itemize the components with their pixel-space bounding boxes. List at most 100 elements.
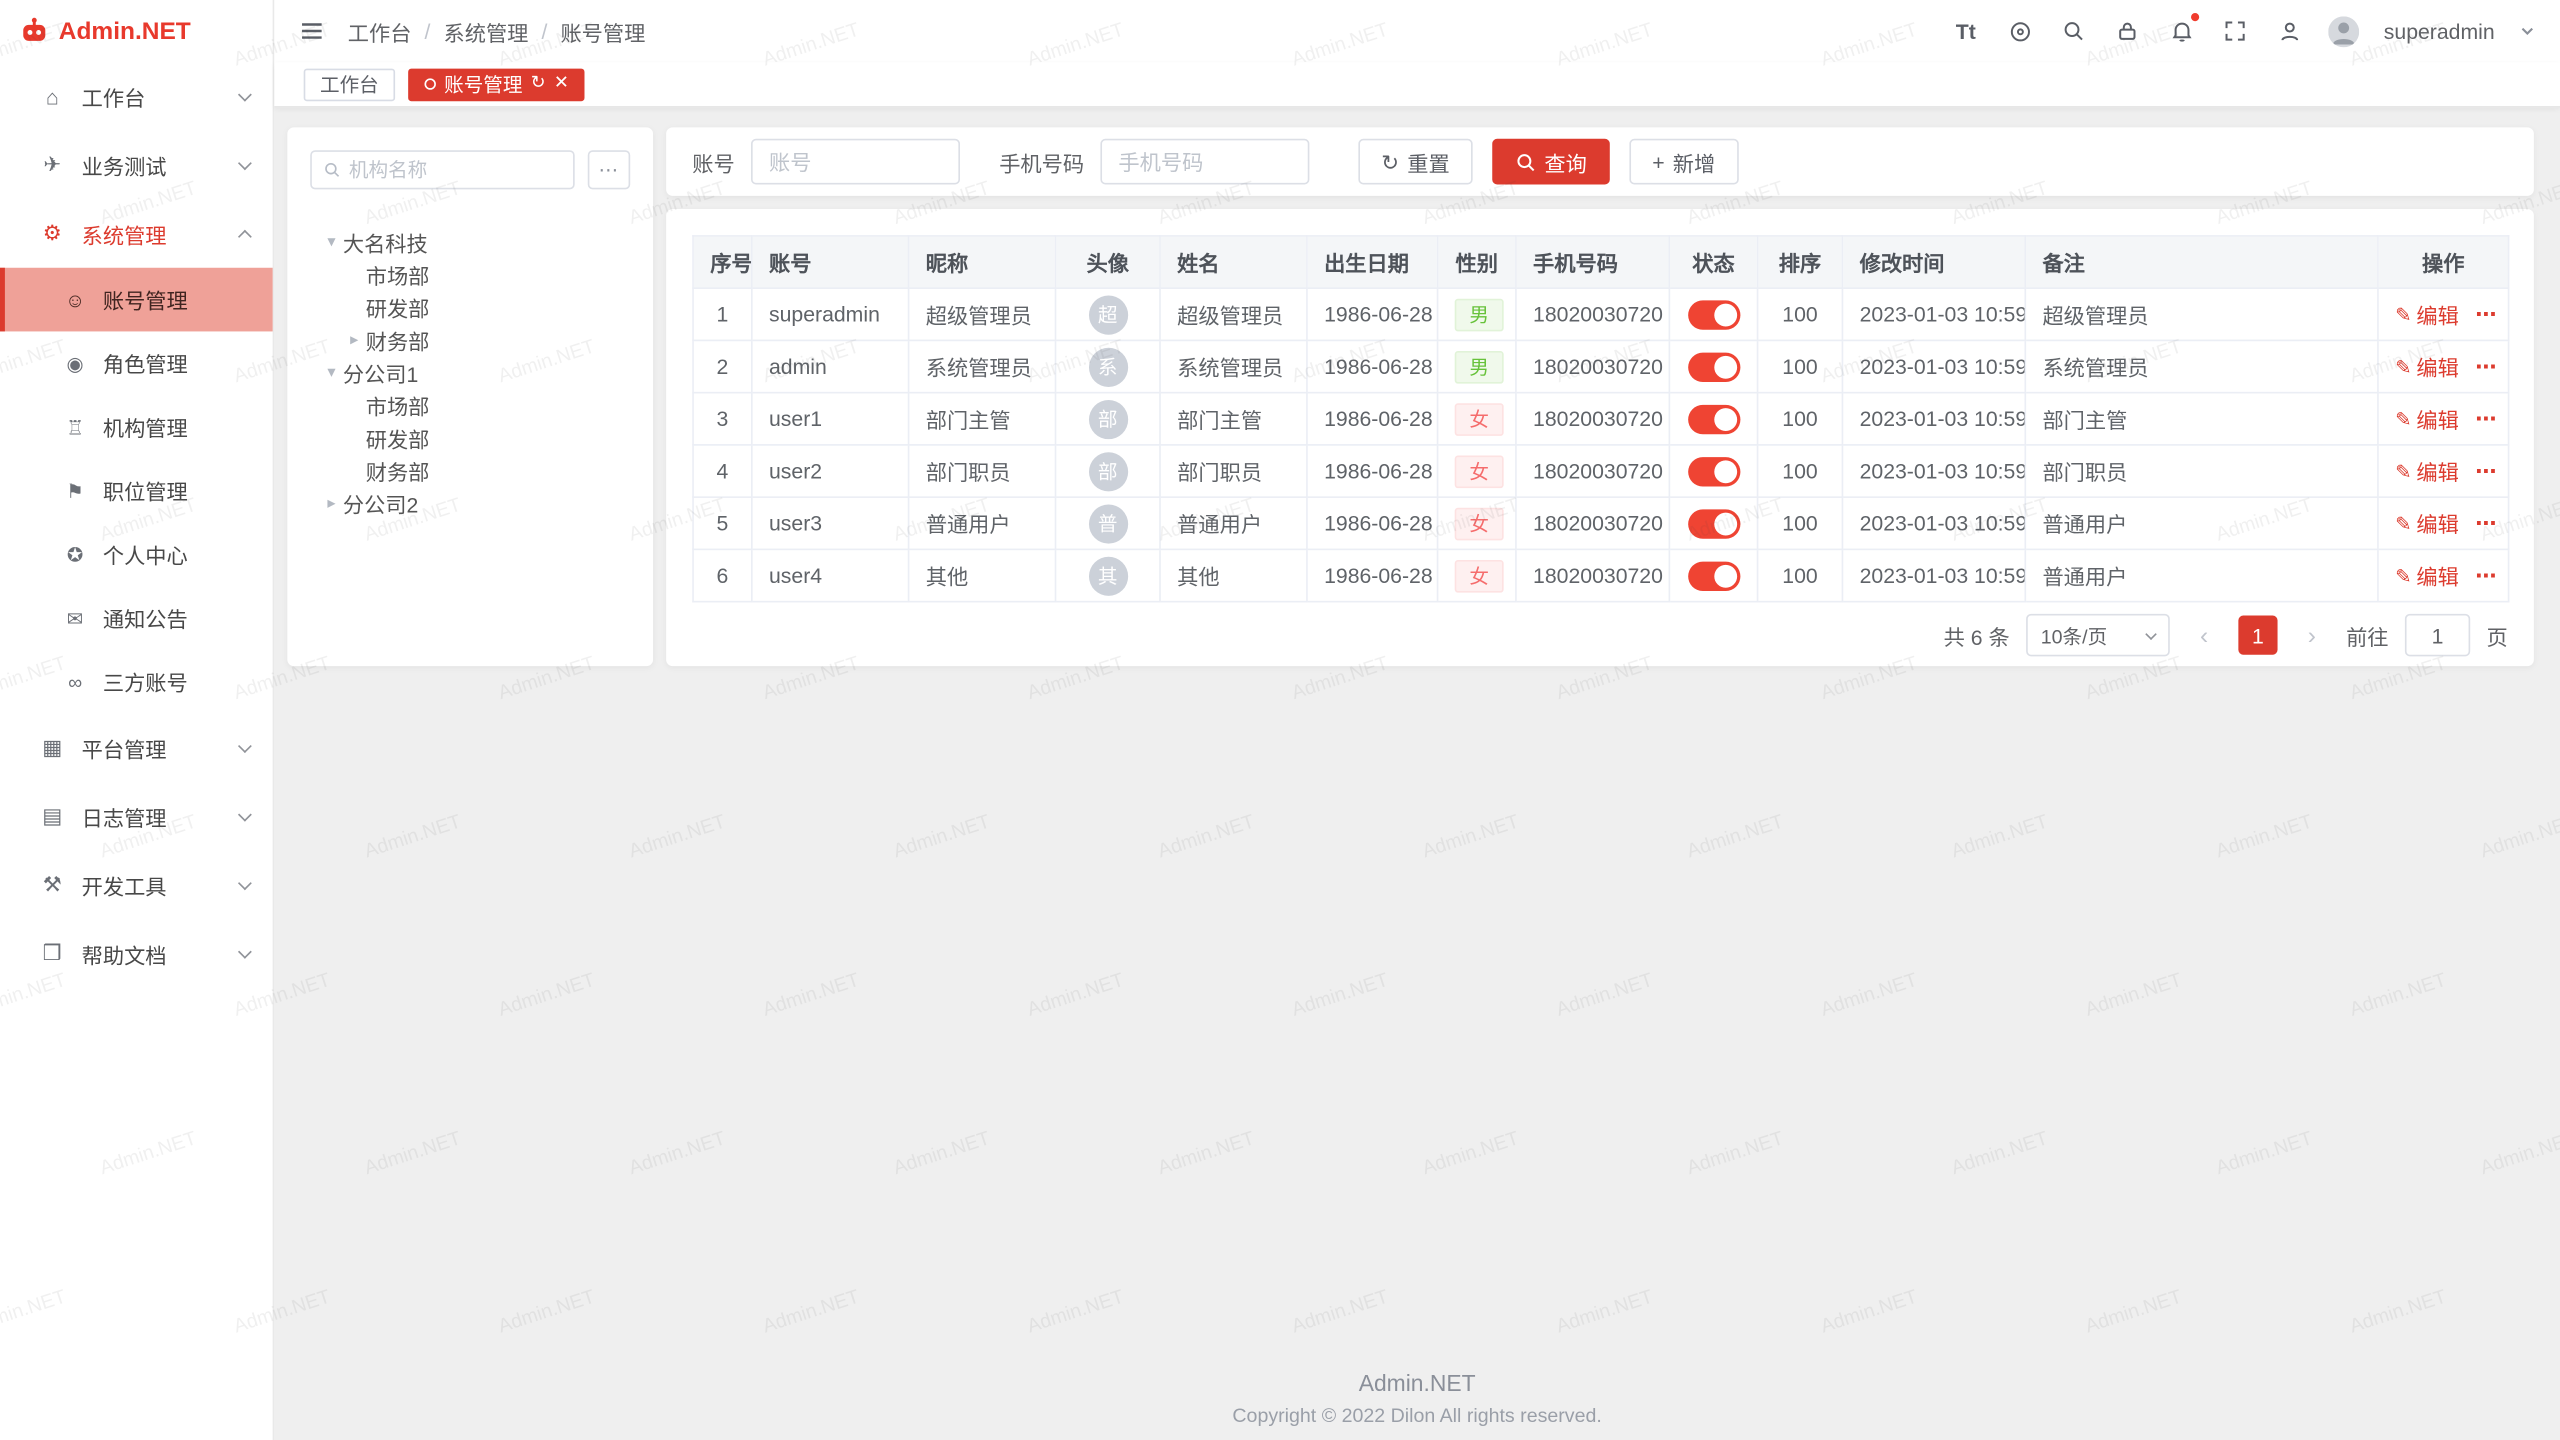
edit-button[interactable]: ✎编辑 — [2395, 560, 2459, 591]
account-input[interactable] — [751, 139, 960, 185]
home-icon: ⌂ — [39, 84, 65, 108]
more-actions-button[interactable]: ⋯ — [2475, 510, 2498, 534]
refresh-icon[interactable]: ↻ — [531, 75, 546, 93]
edit-button[interactable]: ✎编辑 — [2395, 456, 2459, 487]
edit-button[interactable]: ✎编辑 — [2395, 299, 2459, 330]
status-toggle[interactable] — [1687, 352, 1739, 381]
org-search-box — [310, 150, 574, 189]
search-button[interactable]: 查询 — [1492, 139, 1610, 185]
caret-down-icon[interactable]: ▾ — [320, 363, 343, 381]
sidebar-item-business-test[interactable]: ✈ 业务测试 — [0, 131, 273, 200]
sidebar-item-label: 系统管理 — [82, 218, 240, 249]
logo: Admin.NET — [0, 0, 273, 62]
phone-input[interactable] — [1100, 139, 1309, 185]
status-toggle[interactable] — [1687, 300, 1739, 329]
cell-gender: 男 — [1438, 288, 1516, 340]
sidebar-menu: ⌂ 工作台 ✈ 业务测试 ⚙ 系统管理 ☺ 账号管理 ◉ 角色管理 — [0, 62, 273, 988]
tree-node[interactable]: ▸ 财务部 — [310, 323, 630, 356]
status-toggle[interactable] — [1687, 509, 1739, 538]
tab-label: 账号管理 — [444, 70, 522, 98]
status-toggle[interactable] — [1687, 561, 1739, 590]
more-actions-button[interactable]: ⋯ — [2475, 353, 2498, 377]
search-icon[interactable] — [2059, 16, 2088, 45]
breadcrumb-workbench[interactable]: 工作台 — [348, 16, 412, 47]
status-toggle[interactable] — [1687, 456, 1739, 485]
sidebar-subitem-third-party-account[interactable]: ∞ 三方账号 — [0, 650, 273, 714]
footer-title: Admin.NET — [274, 1370, 2560, 1396]
notification-badge — [2191, 13, 2199, 21]
account-label: 账号 — [692, 146, 734, 177]
cell-account: user4 — [752, 549, 909, 601]
tree-node[interactable]: ▾ 分公司1 — [310, 356, 630, 389]
tab-workbench[interactable]: 工作台 — [304, 68, 395, 101]
tree-node[interactable]: 研发部 — [310, 421, 630, 454]
edit-icon: ✎ — [2395, 355, 2411, 378]
sidebar-subitem-role-mgmt[interactable]: ◉ 角色管理 — [0, 331, 273, 395]
reset-button[interactable]: ↻ 重置 — [1358, 139, 1472, 185]
edit-button[interactable]: ✎编辑 — [2395, 403, 2459, 434]
position-icon: ⚑ — [62, 479, 88, 502]
more-actions-button[interactable]: ⋯ — [2475, 406, 2498, 430]
sidebar-subitem-org-mgmt[interactable]: ♖ 机构管理 — [0, 395, 273, 459]
sidebar-item-dev-tools[interactable]: ⚒ 开发工具 — [0, 851, 273, 920]
sidebar-item-label: 开发工具 — [82, 869, 240, 900]
add-button[interactable]: + 新增 — [1629, 139, 1738, 185]
more-actions-button[interactable]: ⋯ — [2475, 562, 2498, 586]
test-icon: ✈ — [39, 152, 65, 178]
breadcrumb-system-mgmt[interactable]: 系统管理 — [443, 16, 528, 47]
tree-node-label: 财务部 — [366, 455, 430, 486]
tree-node[interactable]: 市场部 — [310, 389, 630, 422]
sidebar-item-help-docs[interactable]: ❒ 帮助文档 — [0, 919, 273, 988]
caret-right-icon[interactable]: ▸ — [320, 494, 343, 512]
tree-node[interactable]: 研发部 — [310, 291, 630, 324]
notification-bell-icon[interactable] — [2167, 16, 2196, 45]
sidebar-item-log-mgmt[interactable]: ▤ 日志管理 — [0, 782, 273, 851]
next-page-button[interactable]: › — [2294, 617, 2330, 653]
cell-account: admin — [752, 340, 909, 392]
font-size-icon[interactable]: Tt — [1951, 16, 1980, 45]
status-toggle[interactable] — [1687, 404, 1739, 433]
more-actions-button[interactable]: ⋯ — [2475, 458, 2498, 482]
tabs-bar: 工作台 账号管理 ↻ ✕ — [274, 62, 2560, 108]
goto-page-input[interactable] — [2405, 614, 2470, 656]
theme-icon[interactable] — [2005, 16, 2034, 45]
chevron-down-icon[interactable] — [2519, 23, 2535, 39]
edit-button[interactable]: ✎编辑 — [2395, 508, 2459, 539]
user-settings-icon[interactable] — [2274, 16, 2303, 45]
close-icon[interactable]: ✕ — [554, 75, 569, 93]
org-more-button[interactable]: ⋯ — [588, 150, 630, 189]
sidebar-subitem-personal-center[interactable]: ✪ 个人中心 — [0, 522, 273, 586]
tree-node[interactable]: 财务部 — [310, 454, 630, 487]
lock-icon[interactable] — [2113, 16, 2142, 45]
more-actions-button[interactable]: ⋯ — [2475, 301, 2498, 325]
page-number-1[interactable]: 1 — [2238, 616, 2277, 655]
edit-button[interactable]: ✎编辑 — [2395, 351, 2459, 382]
fullscreen-icon[interactable] — [2221, 16, 2250, 45]
cell-remark: 部门主管 — [2025, 393, 2378, 445]
sidebar-subitem-account-mgmt[interactable]: ☺ 账号管理 — [0, 268, 273, 332]
sidebar-subitem-position-mgmt[interactable]: ⚑ 职位管理 — [0, 459, 273, 523]
username[interactable]: superadmin — [2384, 19, 2495, 43]
sidebar-subitem-notice[interactable]: ✉ 通知公告 — [0, 586, 273, 650]
tree-node[interactable]: 市场部 — [310, 258, 630, 291]
sidebar-subitem-label: 机构管理 — [103, 411, 188, 442]
announcement-icon: ✉ — [62, 607, 88, 630]
hamburger-menu-icon[interactable] — [299, 18, 325, 44]
cell-modified: 2023-01-03 10:59:44 — [1842, 497, 2025, 549]
cell-gender: 女 — [1438, 393, 1516, 445]
sidebar-item-system-mgmt[interactable]: ⚙ 系统管理 — [0, 199, 273, 268]
tree-node[interactable]: ▸ 分公司2 — [310, 487, 630, 520]
caret-down-icon[interactable]: ▾ — [320, 233, 343, 251]
app-window: Admin.NET ⌂ 工作台 ✈ 业务测试 ⚙ 系统管理 ☺ 账号管理 — [0, 0, 2560, 1440]
tree-node[interactable]: ▾ 大名科技 — [310, 225, 630, 258]
gender-badge: 女 — [1455, 507, 1504, 540]
prev-page-button[interactable]: ‹ — [2186, 617, 2222, 653]
sidebar-item-workbench[interactable]: ⌂ 工作台 — [0, 62, 273, 131]
org-search-input[interactable] — [349, 158, 562, 181]
page-size-select[interactable]: 10条/页 — [2026, 614, 2170, 656]
avatar[interactable] — [2328, 16, 2359, 47]
tab-account-mgmt[interactable]: 账号管理 ↻ ✕ — [408, 68, 585, 101]
caret-right-icon[interactable]: ▸ — [343, 331, 366, 349]
sidebar-item-platform-mgmt[interactable]: ▦ 平台管理 — [0, 713, 273, 782]
cell-avatar: 超 — [1056, 288, 1160, 340]
